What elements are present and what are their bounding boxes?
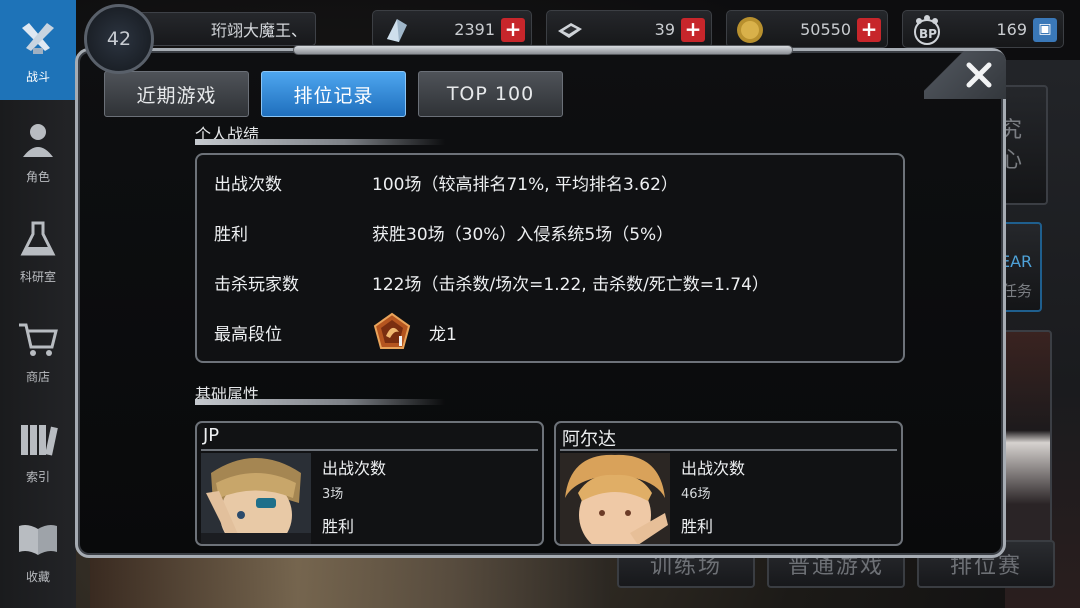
stat-label: 出战次数 <box>214 174 282 195</box>
character-stat-label: 出战次数 <box>322 459 387 478</box>
tab-recent-games[interactable]: 近期游戏 <box>104 71 249 117</box>
stat-row: 出战次数 100场（较高排名71%, 平均排名3.62） <box>197 167 903 197</box>
nav-label: 角色 <box>25 169 50 184</box>
divider <box>560 449 897 451</box>
level-badge[interactable]: 42 <box>84 4 154 74</box>
stat-value: 获胜30场（30%）入侵系统5场（5%） <box>372 224 674 245</box>
dragon-rank-badge-icon <box>372 312 412 352</box>
character-portrait-jp <box>201 453 311 544</box>
player-name: 珩翊大魔王、 <box>211 21 308 40</box>
gold-count: 50550 <box>800 19 851 39</box>
close-icon <box>966 62 992 88</box>
add-gold-button[interactable]: + <box>857 18 881 42</box>
personal-stats-panel: 出战次数 100场（较高排名71%, 平均排名3.62） 胜利 获胜30场（30… <box>195 153 905 363</box>
character-stat-value: 3场 <box>322 487 344 502</box>
nav-label: 索引 <box>25 469 50 484</box>
cart-icon <box>15 316 61 362</box>
section-underline <box>195 399 445 405</box>
ticket-counter: 39 + <box>546 10 712 48</box>
nav-item-lab[interactable]: 科研室 <box>0 200 76 300</box>
highest-rank-text: 龙1 <box>429 324 457 345</box>
add-bp-button[interactable]: ▣ <box>1033 18 1057 42</box>
player-name-box[interactable]: 珩翊大魔王、 <box>136 12 316 46</box>
character-stat-label: 胜利 <box>322 517 355 536</box>
ticket-count: 39 <box>654 19 675 39</box>
bp-count: 169 <box>996 19 1027 39</box>
stat-row: 最高段位 龙1 <box>197 312 903 349</box>
gold-counter: 50550 + <box>726 10 888 48</box>
character-portrait-alda <box>560 453 670 544</box>
crystal-count: 2391 <box>454 19 495 39</box>
top-bar: 珩翊大魔王、 42 2391 + 39 + 50550 + BP 169 ▣ <box>76 0 1080 74</box>
stat-row: 击杀玩家数 122场（击杀数/场次=1.22, 击杀数/死亡数=1.74） <box>197 267 903 297</box>
flask-icon <box>15 216 61 262</box>
crystal-counter: 2391 + <box>372 10 532 48</box>
character-card[interactable]: JP 出战次数 3场 胜利 <box>195 421 544 546</box>
stat-label: 胜利 <box>214 224 248 245</box>
tab-rank-record[interactable]: 排位记录 <box>261 71 406 117</box>
character-icon <box>15 116 61 162</box>
character-name: 阿尔达 <box>562 429 616 450</box>
ticket-icon <box>555 15 585 45</box>
left-nav: 战斗 角色 科研室 商店 索引 收藏 <box>0 0 76 608</box>
bp-counter: BP 169 ▣ <box>902 10 1064 48</box>
nav-label: 战斗 <box>25 69 50 84</box>
divider <box>201 449 538 451</box>
nav-label: 科研室 <box>19 269 56 284</box>
add-ticket-button[interactable]: + <box>681 18 705 42</box>
rank-record-modal: 近期游戏 排位记录 TOP 100 个人战绩 出战次数 100场（较高排名71%… <box>75 45 1006 558</box>
stat-value: 100场（较高排名71%, 平均排名3.62） <box>372 174 678 195</box>
nav-label: 收藏 <box>25 569 50 584</box>
crossed-guns-icon <box>15 16 61 62</box>
nav-item-collection[interactable]: 收藏 <box>0 500 76 600</box>
background-side-text: 任务 <box>1002 282 1033 300</box>
nav-item-shop[interactable]: 商店 <box>0 300 76 400</box>
character-stat-label: 胜利 <box>681 517 714 536</box>
tab-top-100[interactable]: TOP 100 <box>418 71 563 117</box>
nav-item-character[interactable]: 角色 <box>0 100 76 200</box>
stat-row: 胜利 获胜30场（30%）入侵系统5场（5%） <box>197 217 903 247</box>
crystal-icon <box>381 15 411 45</box>
player-level: 42 <box>106 28 132 50</box>
svg-text:BP: BP <box>919 27 937 41</box>
add-crystal-button[interactable]: + <box>501 18 525 42</box>
stat-label: 击杀玩家数 <box>214 274 299 295</box>
character-card[interactable]: 阿尔达 出战次数 46场 胜利 <box>554 421 903 546</box>
character-stat-value: 46场 <box>681 487 711 502</box>
open-book-icon <box>15 516 61 562</box>
character-name: JP <box>203 425 220 446</box>
nav-item-index[interactable]: 索引 <box>0 400 76 500</box>
character-stat-label: 出战次数 <box>681 459 746 478</box>
gold-coin-icon <box>735 15 765 45</box>
bp-paw-icon: BP <box>911 15 941 45</box>
stat-value: 122场（击杀数/场次=1.22, 击杀数/死亡数=1.74） <box>372 274 769 295</box>
nav-label: 商店 <box>25 369 50 384</box>
books-icon <box>15 416 61 462</box>
stat-label: 最高段位 <box>214 324 282 345</box>
modal-top-rail <box>293 45 793 55</box>
section-underline <box>195 139 445 145</box>
close-button[interactable] <box>924 51 1006 99</box>
nav-item-battle[interactable]: 战斗 <box>0 0 76 100</box>
